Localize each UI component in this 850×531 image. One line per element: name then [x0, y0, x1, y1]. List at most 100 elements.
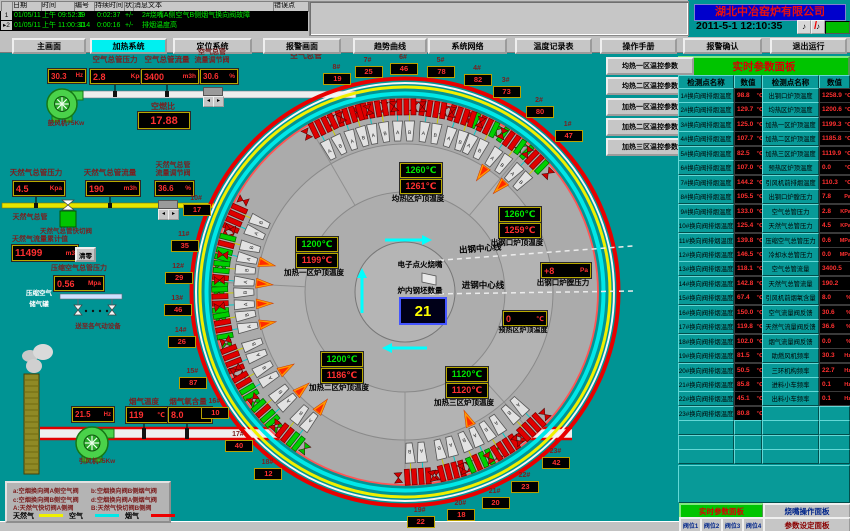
- burner-value-12#: 29: [165, 272, 193, 284]
- param-name: 7#换向阀排烟温度: [678, 175, 734, 190]
- clear-total-button[interactable]: 清零: [75, 247, 96, 262]
- burner-value-20#: 18: [447, 509, 475, 521]
- burner-number-label: 1#: [553, 121, 583, 129]
- menu-button-8[interactable]: 操作手册: [600, 38, 677, 54]
- param-value-empty: [734, 435, 762, 450]
- param-value: 1200.6℃: [819, 102, 850, 117]
- param-name: 压缩空气总管压力: [762, 233, 819, 248]
- valve-position-button-4[interactable]: 阀位4: [742, 517, 765, 531]
- param-name: 均热区炉顶温度: [762, 102, 819, 117]
- burner-value-4#: 82: [464, 74, 492, 86]
- burner-number-label: 21#: [480, 488, 510, 496]
- alarm-row[interactable]: 01/05/11上午 11:00:301140:00:16+/-排烟温度高: [13, 21, 308, 31]
- zone-temp-label: 加热一区炉顶温度: [269, 269, 359, 277]
- menu-button-9[interactable]: 报警确认: [683, 38, 762, 54]
- burner-number-label: 8#: [321, 64, 351, 72]
- param-name: 预热区炉顶温度: [762, 160, 819, 175]
- param-value: 2.8KPa: [819, 204, 850, 219]
- param-value: 4.5KPa: [819, 218, 850, 233]
- burner-value-16#: 10: [201, 407, 229, 419]
- param-value-empty: [734, 449, 762, 464]
- alarm-sound-off-icon[interactable]: ♪/: [811, 20, 825, 34]
- air-valve-label: 空气总管 流量调节阀: [188, 49, 236, 64]
- valve-position-button-3[interactable]: 阀位3: [721, 517, 744, 531]
- burner-value-19#: 22: [407, 516, 435, 528]
- menu-button-10[interactable]: 退出运行: [770, 38, 847, 54]
- param-name: 引风机前烟氧含量: [762, 290, 819, 305]
- billet-count-label: 炉内钢坯数量: [385, 287, 455, 295]
- param-name: [762, 435, 819, 450]
- air-valve-open-button[interactable]: ▸: [213, 96, 224, 107]
- param-name: 加热二区炉顶温度: [762, 131, 819, 146]
- param-value-empty: [819, 420, 850, 435]
- param-name: 出料小车频率: [762, 391, 819, 406]
- alarm-sound-on-icon[interactable]: ♪: [797, 20, 811, 34]
- zone-param-button-1[interactable]: 均热一区温控参数: [606, 57, 694, 75]
- burner-number-label: 2#: [524, 97, 554, 105]
- burner-number-label: 13#: [162, 295, 192, 303]
- param-value-empty: [819, 406, 850, 421]
- menu-button-1[interactable]: 主画面: [12, 38, 86, 54]
- valve-position-button-1[interactable]: 阀位1: [679, 517, 702, 531]
- tap-pressure-display: +8Pa: [541, 263, 591, 278]
- param-value: 22.7Hz: [819, 363, 850, 378]
- burner-value-1#: 47: [555, 130, 583, 142]
- burner-value-11#: 35: [171, 240, 199, 252]
- burner-number-label: 16#: [199, 398, 229, 406]
- menu-button-2[interactable]: 加热系统: [90, 38, 167, 54]
- zone-sp-display: 1260℃: [400, 163, 442, 178]
- alarm-row-index[interactable]: ▸2: [1, 21, 12, 30]
- menu-button-4[interactable]: 报警画面: [263, 38, 341, 54]
- gas-flow-display: 190m3h: [86, 181, 140, 196]
- smoke-temp-display: 119℃: [126, 407, 168, 423]
- air-tank-label: 压缩空气 储气罐: [16, 285, 62, 314]
- gas-valve-label: 天然气总管 流量调节阀: [146, 162, 200, 177]
- gas-valve-open-button[interactable]: ▸: [168, 209, 179, 220]
- gas-total-label: 天然气流量累计值: [8, 236, 72, 244]
- menu-button-5[interactable]: 趋势曲线: [353, 38, 427, 54]
- param-value-empty: [819, 435, 850, 450]
- legend-box: a:空烟换向阀A侧空气阀b:空烟换向阀B侧烟气阀c:空烟换向阀B侧空气阀d:空烟…: [5, 481, 171, 523]
- param-name: 11#换向阀排烟温度: [678, 233, 734, 248]
- param-name: 天然气总管压力: [762, 218, 819, 233]
- burner-number-label: 17#: [223, 431, 253, 439]
- zone-pv-display: 1186℃: [321, 368, 363, 383]
- gas-main-label: 天然气总管: [8, 214, 52, 222]
- menu-button-7[interactable]: 温度记录表: [515, 38, 592, 54]
- param-name: [762, 406, 819, 421]
- alarm-blank-panel: [309, 1, 689, 36]
- param-value: 3400.5: [819, 261, 850, 276]
- param-name: 4#换向阀排烟温度: [678, 131, 734, 146]
- gas-valve-actuator: [158, 200, 178, 209]
- gas-cutoff-valve-label: 天然气总管快切阀: [34, 228, 98, 235]
- valve-position-button-2[interactable]: 阀位2: [700, 517, 723, 531]
- zone-sp-display: 1260℃: [499, 207, 541, 222]
- param-name: 18#换向阀排烟温度: [678, 334, 734, 349]
- panel-header: 检测点名称: [678, 75, 734, 89]
- burner-value-22#: 23: [511, 481, 539, 493]
- status-bar: [825, 21, 850, 34]
- zone-temp-label: 加热二区炉顶温度: [294, 384, 384, 392]
- param-name: 天然气流量阀反馈: [762, 319, 819, 334]
- param-value: 1258.9℃: [819, 88, 850, 103]
- zone-sp-display: 1200℃: [296, 237, 338, 252]
- alarm-row-index[interactable]: 1: [1, 11, 12, 20]
- zone-sp-display: 1120℃: [446, 367, 488, 382]
- param-name: 3#换向阀排烟温度: [678, 117, 734, 132]
- alarm-row[interactable]: 01/05/11上午 09:52:3950:02:37+/-2#烧嘴A侧空气B侧…: [13, 11, 308, 21]
- settings-panel-button[interactable]: 参数设定面板: [763, 517, 850, 531]
- burner-number-label: 3#: [491, 77, 521, 85]
- param-name: 三环机构频率: [762, 363, 819, 378]
- param-value: 0.0%: [819, 334, 850, 349]
- param-value: 190.2: [819, 276, 850, 291]
- burner-value-15#: 87: [179, 377, 207, 389]
- burner-number-label: 23#: [540, 448, 570, 456]
- air-valve-actuator: [203, 87, 223, 96]
- menu-button-6[interactable]: 系统网络: [428, 38, 507, 54]
- burner-value-21#: 20: [482, 497, 510, 509]
- exhaust-fan-label: 引风机75Kw: [70, 458, 124, 465]
- burner-value-14#: 26: [168, 336, 196, 348]
- zone-temp-label: 出钢口炉顶温度: [472, 239, 562, 247]
- air-fuel-ratio-display: 17.88: [138, 112, 190, 129]
- air-flow-display: 3400m3h: [141, 69, 199, 84]
